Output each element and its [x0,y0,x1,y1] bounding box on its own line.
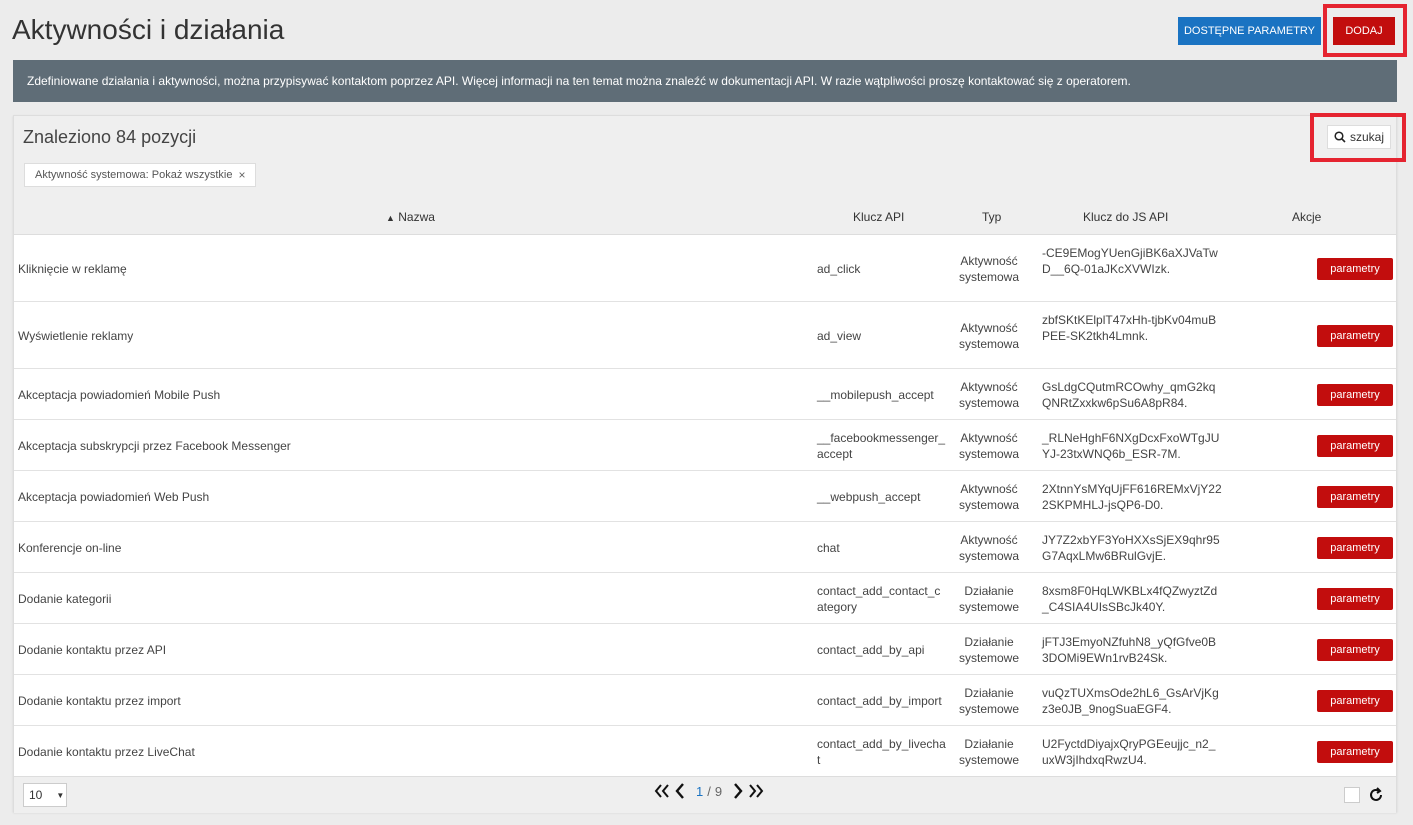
table-row: Wyświetlenie reklamy ad_view Aktywność sys… [14,302,1396,369]
info-text: Zdefiniowane działania i aktywności, moż… [27,74,1131,88]
row-js-key: zbfSKtKElplT47xHh-tjbKv04muBPEE-SK2tkh4L… [1042,312,1217,343]
table-row: Dodanie kategorii contact_add_contact_cat… [14,573,1396,624]
parameters-button[interactable]: parametry [1317,740,1393,763]
caret-down-icon: ▼ [56,790,65,800]
column-api-key[interactable]: Klucz API [853,210,904,224]
row-js-key: JY7Z2xbYF3YoHXXsSjEX9qhr95G7AqxLMw6BRulG… [1042,532,1220,563]
row-api-key: contact_add_by_import [817,693,942,708]
parameters-button[interactable]: parametry [1317,383,1393,406]
table-row: Dodanie kontaktu przez API contact_add_by… [14,624,1396,675]
table-row: Kliknięcie w reklamę ad_click Aktywność sy… [14,235,1396,302]
row-type: Aktywność systemowa [958,253,1020,284]
panel-header: Znaleziono 84 pozycji szukaj Aktywność s… [14,116,1396,199]
results-count: Znaleziono 84 pozycji [23,127,197,147]
column-type[interactable]: Typ [982,210,1001,224]
row-api-key: __webpush_accept [817,489,921,504]
row-api-key: contact_add_contact_category [817,583,941,614]
filter-chip[interactable]: Aktywność systemowa: Pokaż wszystkie × [24,163,257,187]
page-title: Aktywności i działania [12,14,285,45]
footer-tools [1344,787,1384,803]
row-type: Aktywność systemowa [958,430,1020,461]
row-name: Kliknięcie w reklamę [18,261,127,276]
first-page-icon[interactable] [654,784,670,798]
row-name: Akceptacja subskrypcji przez Facebook Me… [18,438,291,453]
parameters-button[interactable]: parametry [1317,485,1393,508]
prev-page-icon[interactable] [674,783,686,799]
row-api-key: __facebookmessenger_accept [817,430,946,461]
column-actions: Akcje [1292,210,1322,224]
row-name: Dodanie kontaktu przez LiveChat [18,744,195,759]
parameters-button[interactable]: parametry [1317,434,1393,457]
parameters-button[interactable]: parametry [1317,587,1393,610]
parameters-button[interactable]: parametry [1317,689,1393,712]
column-js-key[interactable]: Klucz do JS API [1083,210,1168,224]
row-js-key: jFTJ3EmyoNZfuhN8_yQfGfve0B3DOMi9EWn1rvB2… [1042,634,1217,665]
row-type: Działanie systemowe [958,736,1020,767]
sort-asc-icon: ▲ [386,213,395,223]
page-separator: / [707,783,711,799]
row-js-key: vuQzTUXmsOde2hL6_GsArVjKgz3e0JB_9nogSuaE… [1042,685,1219,716]
row-name: Dodanie kontaktu przez API [18,642,167,657]
row-name: Dodanie kategorii [18,591,112,606]
info-banner: Zdefiniowane działania i aktywności, moż… [13,60,1397,102]
row-name: Konferencje on-line [18,540,122,555]
table-row: Konferencje on-line chat Aktywność systemo… [14,522,1396,573]
per-page-value: 10 [29,788,43,802]
results-panel: Znaleziono 84 pozycji szukaj Aktywność s… [13,115,1397,813]
row-api-key: chat [817,540,840,555]
table-row: Akceptacja powiadomień Mobile Push __mobi… [14,369,1396,420]
table-body: Kliknięcie w reklamę ad_click Aktywność sy… [14,235,1396,777]
row-api-key: ad_click [817,261,861,276]
table-header: ▲ Nazwa Klucz API Typ Klucz do JS API Ak… [14,199,1396,235]
row-api-key: ad_view [817,328,862,343]
parameters-button[interactable]: parametry [1317,638,1393,661]
current-page: 1 [696,783,704,799]
highlight-search-frame [1310,113,1406,162]
row-api-key: contact_add_by_livechat [817,736,946,767]
parameters-button[interactable]: parametry [1317,257,1393,280]
row-name: Wyświetlenie reklamy [18,328,134,343]
row-name: Dodanie kontaktu przez import [18,693,181,708]
row-type: Aktywność systemowa [958,320,1020,351]
refresh-icon[interactable] [1368,787,1384,803]
table-row: Akceptacja subskrypcji przez Facebook Me… [14,420,1396,471]
table-row: Dodanie kontaktu przez LiveChat contact_a… [14,726,1396,777]
row-type: Działanie systemowe [958,583,1020,614]
row-name: Akceptacja powiadomień Web Push [18,489,210,504]
per-page-select[interactable]: 10 ▼ [23,783,67,807]
close-icon[interactable]: × [238,168,245,182]
pagination: 1 / 9 [654,783,764,799]
row-js-key: _RLNeHghF6NXgDcxFxoWTgJUYJ-23txWNQ6b_ESR… [1042,430,1220,461]
row-type: Działanie systemowe [958,634,1020,665]
total-pages: 9 [714,783,723,799]
row-type: Aktywność systemowa [958,481,1020,512]
parameters-button[interactable]: parametry [1317,536,1393,559]
row-js-key: 8xsm8F0HqLWKBLx4fQZwyztZd_C4SIA4UIsSBcJk… [1042,583,1218,614]
row-type: Aktywność systemowa [958,379,1020,410]
row-js-key: U2FyctdDiyajxQryPGEeujjc_n2_uxW3jIhdxqRw… [1042,736,1216,767]
row-api-key: __mobilepush_accept [817,387,934,402]
row-js-key: 2XtnnYsMYqUjFF616REMxVjY222SKPMHLJ-jsQP6… [1042,481,1222,512]
column-toggle-icon[interactable] [1344,787,1360,803]
table-row: Dodanie kontaktu przez import contact_add… [14,675,1396,726]
available-parameters-button[interactable]: DOSTĘPNE PARAMETRY [1178,17,1321,45]
table-footer: 10 ▼ 1 / 9 [14,776,1396,813]
table-row: Akceptacja powiadomień Web Push __webpush… [14,471,1396,522]
row-js-key: -CE9EMogYUenGjiBK6aXJVaTwD__6Q-01aJKcXVW… [1042,245,1218,276]
row-type: Aktywność systemowa [958,532,1020,563]
parameters-button[interactable]: parametry [1317,324,1393,347]
column-name[interactable]: ▲ Nazwa [386,210,435,224]
row-js-key: GsLdgCQutmRCOwhy_qmG2kqQNRtZxxkw6pSu6A8p… [1042,379,1216,410]
highlight-add-frame [1323,4,1407,57]
row-type: Działanie systemowe [958,685,1020,716]
row-name: Akceptacja powiadomień Mobile Push [18,387,221,402]
last-page-icon[interactable] [748,784,764,798]
next-page-icon[interactable] [732,783,744,799]
filter-chip-label: Aktywność systemowa: Pokaż wszystkie [35,169,233,181]
row-api-key: contact_add_by_api [817,642,925,657]
